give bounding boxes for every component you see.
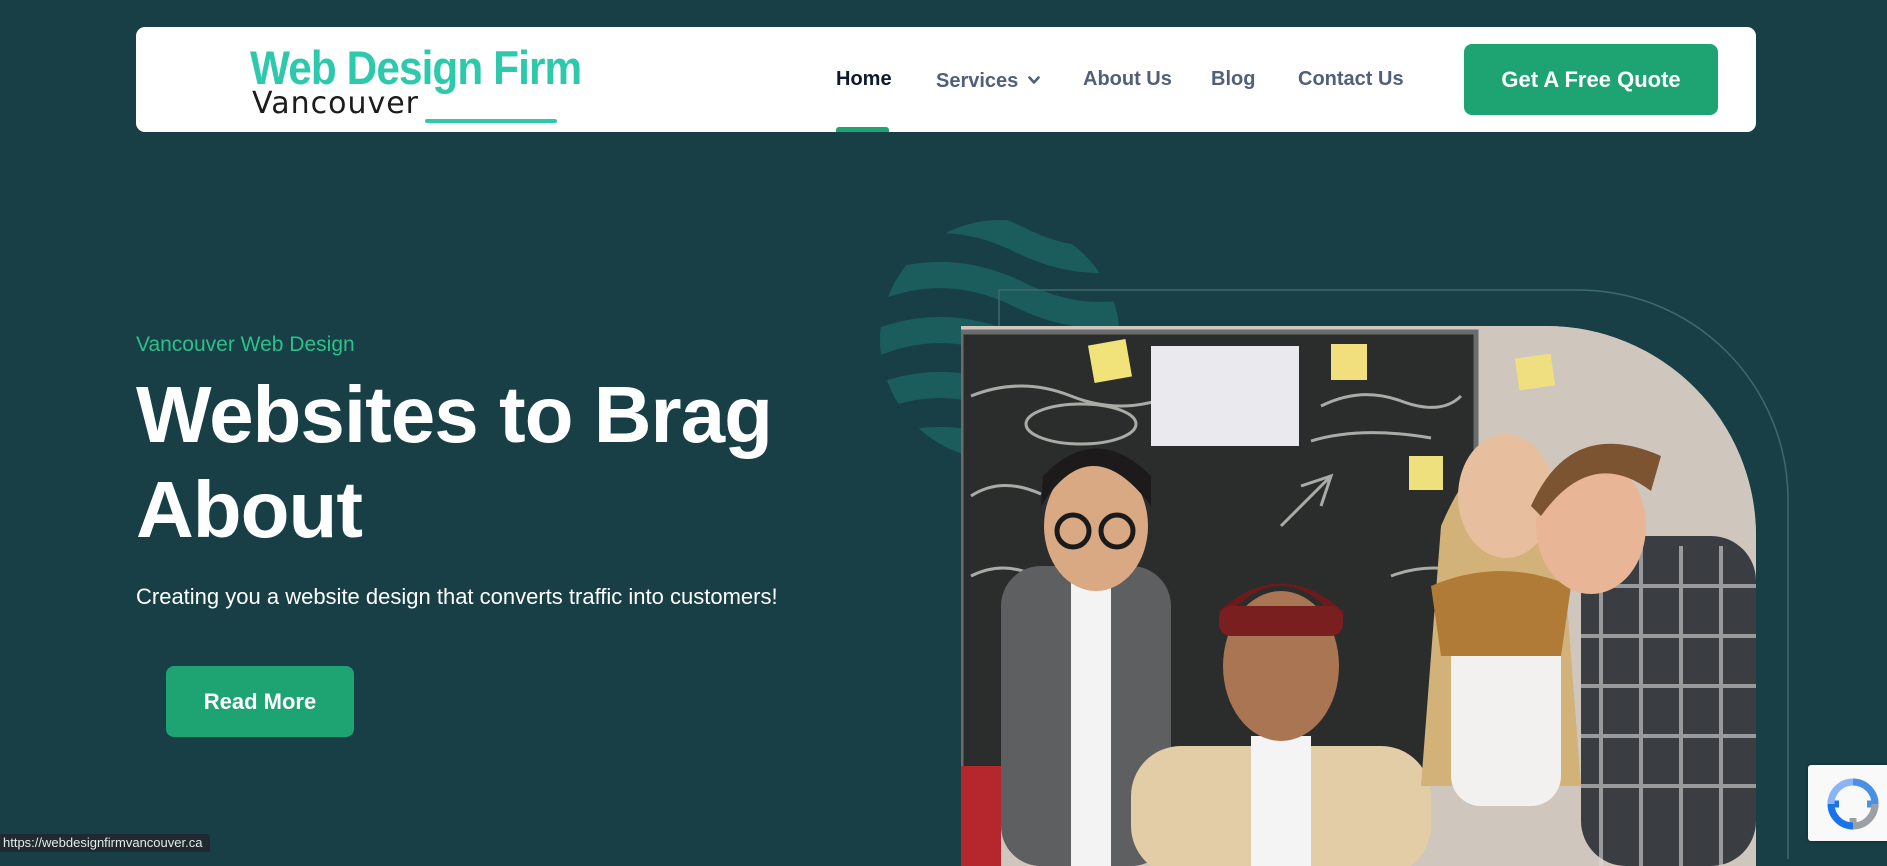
site-header: Web Design Firm Vancouver Home Services … bbox=[136, 27, 1756, 132]
hero-title: Websites to Brag About bbox=[136, 370, 773, 554]
nav-home[interactable]: Home bbox=[836, 68, 892, 91]
nav-services-label: Services bbox=[936, 70, 1019, 92]
recaptcha-badge[interactable] bbox=[1808, 765, 1887, 841]
site-logo[interactable]: Web Design Firm Vancouver bbox=[250, 43, 582, 123]
chevron-down-icon bbox=[1028, 68, 1041, 91]
read-more-button[interactable]: Read More bbox=[166, 666, 354, 737]
logo-underline bbox=[425, 119, 557, 123]
nav-blog[interactable]: Blog bbox=[1211, 68, 1255, 91]
nav-services[interactable]: Services bbox=[936, 68, 1041, 93]
nav-about-us[interactable]: About Us bbox=[1083, 68, 1172, 91]
logo-sub-text: Vancouver bbox=[252, 86, 419, 121]
nav-active-indicator bbox=[836, 127, 889, 132]
get-free-quote-button[interactable]: Get A Free Quote bbox=[1464, 44, 1718, 115]
hero-subtitle: Creating you a website design that conve… bbox=[136, 584, 778, 609]
status-bar-url: https://webdesignfirmvancouver.ca bbox=[0, 834, 211, 852]
recaptcha-icon bbox=[1827, 778, 1879, 830]
nav-contact-us[interactable]: Contact Us bbox=[1298, 68, 1404, 91]
hero-team-photo bbox=[961, 326, 1756, 866]
hero-eyebrow: Vancouver Web Design bbox=[136, 333, 355, 356]
